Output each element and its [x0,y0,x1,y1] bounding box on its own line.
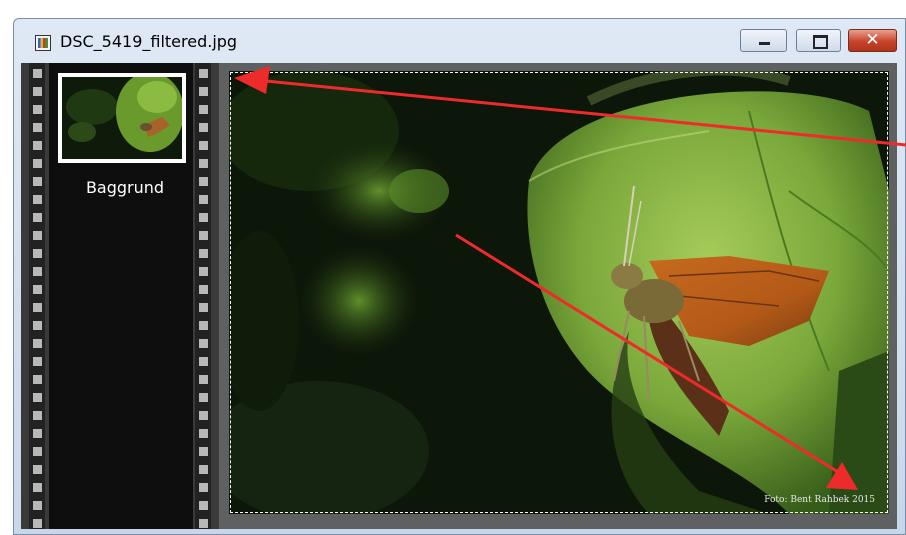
film-perforation [199,375,208,384]
film-perforation [199,231,208,240]
film-perforation [33,303,42,312]
close-button[interactable]: ✕ [848,29,897,52]
layer-thumbnail-image [62,77,182,159]
photo-image[interactable]: Foto: Bent Rahbek 2015 [229,71,889,514]
photo-graphic [229,71,889,514]
film-perforation [33,429,42,438]
film-perforation [33,231,42,240]
film-perforation [33,411,42,420]
film-perforation [199,285,208,294]
layer-filmstrip: Baggrund [21,63,219,529]
film-perforation [33,519,42,528]
film-perforation [199,321,208,330]
film-perforation [33,69,42,78]
film-perforation [199,519,208,528]
photo-watermark: Foto: Bent Rahbek 2015 [764,495,875,505]
layer-label: Baggrund [85,178,165,197]
film-perforation [199,159,208,168]
film-perforation [33,195,42,204]
film-perforation [33,447,42,456]
film-perforation [199,501,208,510]
film-perforation [199,69,208,78]
film-perforation [199,87,208,96]
film-perforation [199,357,208,366]
film-perforation [33,123,42,132]
film-perforation [33,87,42,96]
minimize-button[interactable] [740,29,787,52]
film-perforation [33,159,42,168]
image-window: DSC_5419_filtered.jpg ✕ Baggrund Foto: B… [13,18,906,535]
layer-thumbnail[interactable] [58,73,186,163]
film-perforation [33,285,42,294]
title-bar[interactable]: DSC_5419_filtered.jpg ✕ [14,19,905,63]
film-perforation [199,105,208,114]
image-file-icon [35,35,51,51]
film-perforation [33,483,42,492]
film-perforation-strip-right [195,63,211,529]
film-perforation [33,339,42,348]
film-perforation [199,213,208,222]
film-perforation [33,105,42,114]
film-perforation [199,465,208,474]
film-perforation [33,321,42,330]
film-perforation [199,303,208,312]
film-perforation-strip-left [29,63,45,529]
film-perforation [199,483,208,492]
film-perforation [33,141,42,150]
film-perforation [199,267,208,276]
close-icon: ✕ [865,30,880,50]
film-perforation [199,411,208,420]
film-perforation [33,393,42,402]
film-perforation [33,375,42,384]
film-perforation [33,213,42,222]
film-perforation [199,429,208,438]
maximize-button[interactable] [796,29,841,52]
film-perforation [199,249,208,258]
film-perforation [33,267,42,276]
film-perforation [199,123,208,132]
film-perforation [33,465,42,474]
image-canvas[interactable]: Foto: Bent Rahbek 2015 [219,63,897,529]
film-perforation [33,177,42,186]
film-perforation [33,501,42,510]
maximize-icon [813,35,828,49]
film-perforation [199,339,208,348]
film-perforation [33,357,42,366]
film-perforation [199,393,208,402]
film-perforation [199,141,208,150]
film-perforation [33,249,42,258]
film-perforation [199,447,208,456]
window-title: DSC_5419_filtered.jpg [60,32,238,51]
window-content: Baggrund Foto: Bent Rahbek 2015 [21,63,897,529]
minimize-icon [759,42,770,45]
